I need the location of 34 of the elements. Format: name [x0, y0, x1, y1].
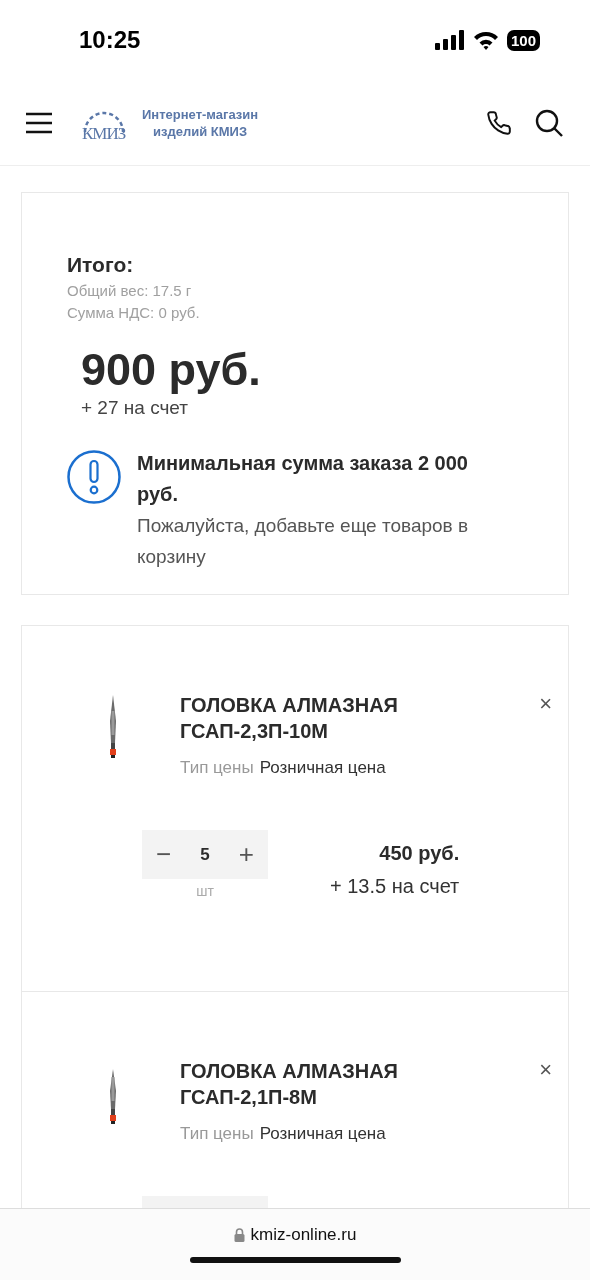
price-type-value: Розничная цена [259, 758, 386, 778]
logo-text: Интернет-магазин [142, 105, 259, 123]
menu-icon[interactable] [26, 111, 52, 134]
summary-detail: Общий вес: 17.5 г [67, 281, 193, 301]
price-type-label: Тип цены [180, 758, 254, 778]
remove-button[interactable]: × [539, 692, 552, 716]
notice-title: Минимальная сумма заказа 2 000 руб. [137, 451, 469, 507]
url-text[interactable]: kmiz-online.ru [250, 1225, 357, 1245]
price-type-label: Тип цены [180, 1124, 254, 1144]
unit-label: шт [196, 883, 214, 899]
increase-button[interactable]: + [234, 839, 258, 870]
product-name[interactable]: ГОЛОВКА АЛМАЗНАЯ ГСАП-2,3П-10М [180, 692, 420, 744]
battery-level: 100 [506, 29, 540, 51]
wifi-icon [472, 30, 499, 50]
lock-icon [233, 1228, 245, 1242]
summary-detail: Сумма НДС: 0 руб. [67, 303, 201, 323]
decrease-button[interactable]: − [152, 839, 176, 870]
bonus-points: + 27 на счет [81, 396, 189, 420]
item-price: 450 руб. [379, 842, 460, 865]
price-type-value: Розничная цена [259, 1124, 386, 1144]
signal-icon [434, 30, 465, 50]
product-name[interactable]: ГОЛОВКА АЛМАЗНАЯ ГСАП-2,1П-8М [180, 1058, 420, 1110]
quantity-stepper[interactable]: − 5 + [142, 830, 268, 879]
item-bonus: + 13.5 на счет [330, 875, 460, 898]
quantity-value: 5 [200, 844, 210, 865]
alert-icon [67, 450, 121, 504]
phone-icon[interactable] [486, 108, 512, 137]
remove-button[interactable]: × [539, 1058, 552, 1082]
logo-text: изделий КМИЗ [153, 122, 248, 140]
total-price: 900 руб. [81, 344, 262, 396]
search-icon[interactable] [534, 107, 564, 138]
summary-title: Итого: [67, 253, 135, 277]
notice-text: Пожалуйста, добавьте еще товаров в корзину [137, 514, 470, 569]
status-time: 10:25 [79, 26, 141, 54]
